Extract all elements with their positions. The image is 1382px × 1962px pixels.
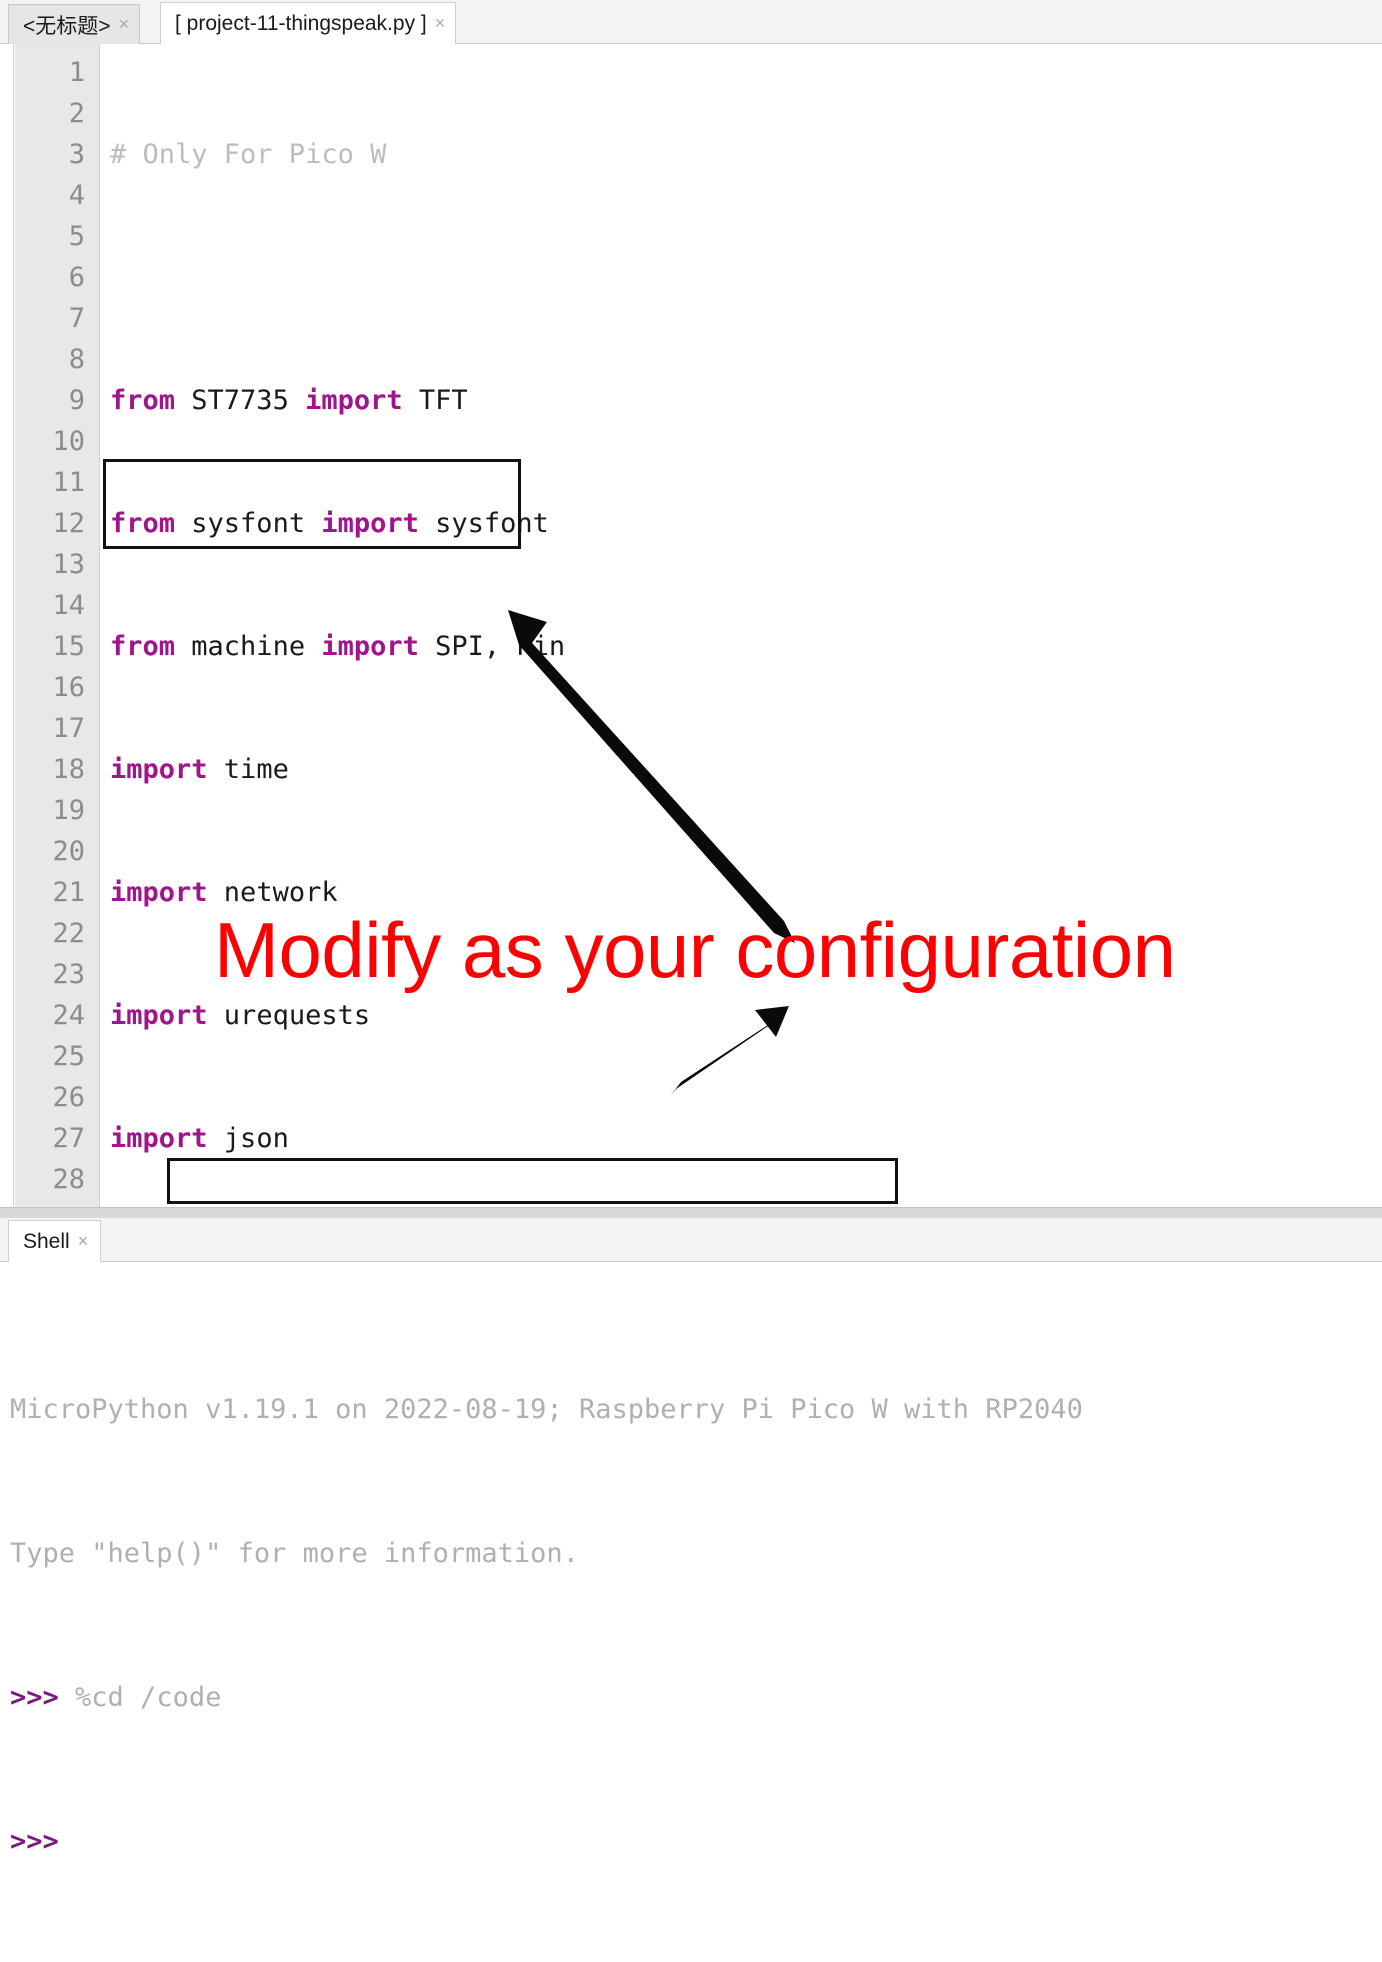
editor-tab-project-11-thingspeak-label: [ project-11-thingspeak.py ] <box>175 11 427 35</box>
line-number: 26 <box>52 1082 85 1113</box>
line-number: 2 <box>68 98 85 129</box>
line-number: 17 <box>52 713 85 744</box>
editor-tabstrip: <无标题> × [ project-11-thingspeak.py ] × <box>0 0 1382 44</box>
line-number: 24 <box>52 1000 85 1031</box>
line-number: 11 <box>52 467 85 498</box>
code-line: from machine import SPI, Pin <box>110 631 566 662</box>
line-number: 18 <box>52 754 85 785</box>
code-line: import time <box>110 754 289 785</box>
editor-tab-untitled-label: <无标题> <box>23 14 111 38</box>
shell-line: MicroPython v1.19.1 on 2022-08-19; Raspb… <box>10 1386 1083 1434</box>
line-number: 13 <box>52 549 85 580</box>
line-number: 10 <box>52 426 85 457</box>
code-text-area[interactable]: # Only For Pico W from ST7735 import TFT… <box>110 52 955 1207</box>
line-number: 16 <box>52 672 85 703</box>
line-number: 3 <box>68 139 85 170</box>
shell-line: >>> %cd /code <box>10 1674 1083 1722</box>
editor-left-margin <box>0 44 14 1207</box>
editor-tab-untitled[interactable]: <无标题> × <box>8 4 141 44</box>
line-number: 4 <box>68 180 85 211</box>
line-number: 14 <box>52 590 85 621</box>
close-icon[interactable]: × <box>435 14 446 34</box>
line-number: 23 <box>52 959 85 990</box>
line-number: 25 <box>52 1041 85 1072</box>
code-editor-pane[interactable]: 1 2 3 4 5 6 7 8 9 10 11 12 13 14 15 16 1… <box>0 44 1382 1207</box>
line-number: 5 <box>68 221 85 252</box>
shell-banner-help: Type "help()" for more information. <box>10 1538 579 1569</box>
shell-line: Type "help()" for more information. <box>10 1530 1083 1578</box>
code-line: # Only For Pico W <box>110 134 955 175</box>
line-number: 22 <box>52 918 85 949</box>
pane-divider[interactable] <box>0 1207 1382 1218</box>
close-icon[interactable]: × <box>78 1232 89 1252</box>
code-line: from ST7735 import TFT <box>110 385 468 416</box>
line-number: 8 <box>68 344 85 375</box>
line-number: 6 <box>68 262 85 293</box>
code-line: import json <box>110 1123 289 1154</box>
line-number: 20 <box>52 836 85 867</box>
line-number: 28 <box>52 1164 85 1195</box>
close-icon[interactable]: × <box>119 15 130 35</box>
line-number: 27 <box>52 1123 85 1154</box>
line-number: 12 <box>52 508 85 539</box>
code-comment: # Only For Pico W <box>110 139 387 170</box>
line-number-list: 1 2 3 4 5 6 7 8 9 10 11 12 13 14 15 16 1… <box>15 52 85 1200</box>
line-number: 15 <box>52 631 85 662</box>
line-number: 1 <box>68 57 85 88</box>
tab-shell[interactable]: Shell × <box>8 1220 102 1262</box>
editor-line-number-gutter: 1 2 3 4 5 6 7 8 9 10 11 12 13 14 15 16 1… <box>15 44 100 1207</box>
code-line: import urequests <box>110 1000 371 1031</box>
callout-modify-configuration: Modify as your configuration <box>214 906 1176 994</box>
editor-tab-project-11-thingspeak[interactable]: [ project-11-thingspeak.py ] × <box>160 2 457 44</box>
shell-line[interactable]: >>> <box>10 1818 1083 1866</box>
line-number: 9 <box>68 385 85 416</box>
line-number: 21 <box>52 877 85 908</box>
line-number: 7 <box>68 303 85 334</box>
shell-prompt: >>> <box>10 1826 59 1857</box>
line-number: 19 <box>52 795 85 826</box>
shell-tabstrip: Shell × <box>0 1218 1382 1262</box>
shell-banner-version: MicroPython v1.19.1 on 2022-08-19; Raspb… <box>10 1394 1083 1425</box>
shell-prompt: >>> <box>10 1682 59 1713</box>
shell-line-list: MicroPython v1.19.1 on 2022-08-19; Raspb… <box>10 1290 1083 1962</box>
shell-output-pane[interactable]: MicroPython v1.19.1 on 2022-08-19; Raspb… <box>0 1262 1382 1857</box>
code-line: from sysfont import sysfont <box>110 508 549 539</box>
shell-command: %cd /code <box>58 1682 222 1713</box>
tab-shell-label: Shell <box>23 1229 70 1253</box>
